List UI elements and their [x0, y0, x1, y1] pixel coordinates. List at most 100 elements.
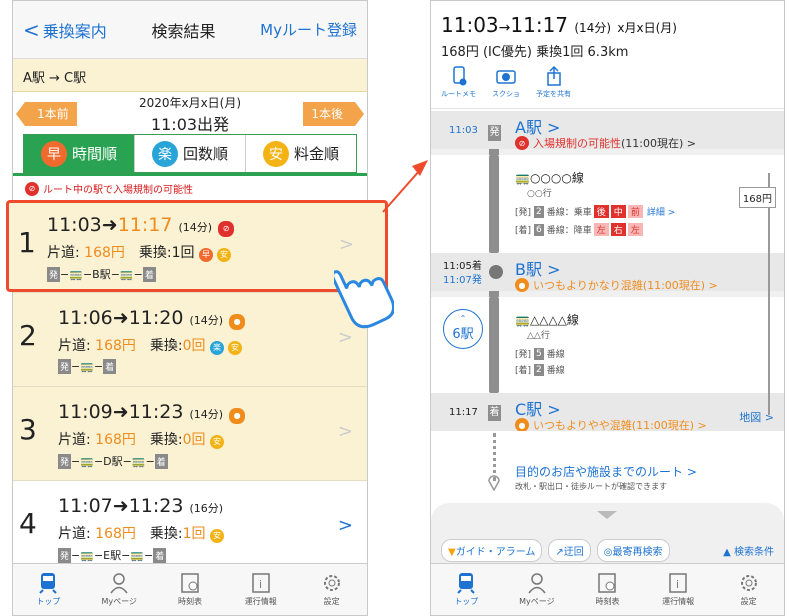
- route-memo-button[interactable]: ルートメモ: [441, 65, 476, 106]
- easy-badge-icon: 楽: [151, 140, 178, 167]
- route-row-1-overlay: 1 11:03➜11:17 (14分) ⊘ 片道: 168円 乗換:1回 早安 …: [12, 200, 368, 292]
- tool-label: 最寄再検索: [612, 547, 663, 558]
- tab-label: Myページ: [101, 597, 137, 606]
- tab-label: 時刻表: [177, 597, 202, 606]
- fare-label: 片道:: [47, 245, 80, 261]
- route-path: 発 − 🚃 − D駅 − 🚃 − 着: [58, 453, 168, 469]
- transfer-label: 乗換:: [149, 432, 183, 448]
- station-a-warning[interactable]: ⊘ 入場規制の可能性 (11:00現在) >: [515, 135, 696, 151]
- train-icon: 🚃: [515, 313, 530, 327]
- destination-sub: 改札・駅出口・徒歩ルートが確認できます: [515, 482, 667, 491]
- arr-time: 11:23: [128, 401, 184, 423]
- route-number: 2: [19, 319, 37, 352]
- car-badge: 中: [610, 205, 626, 218]
- plat-label: [着]: [515, 366, 532, 376]
- guide-alarm-button[interactable]: ▼ガイド・アラーム: [441, 539, 543, 562]
- tab-settings[interactable]: 設定: [713, 564, 784, 615]
- tab-transfer-order[interactable]: 楽回数順: [135, 135, 246, 172]
- easy-badge-icon: 楽: [210, 340, 224, 355]
- fare-value: 168円: [95, 526, 136, 542]
- station-b-warning[interactable]: ● いつもよりかなり混雑 (11:00現在) >: [515, 277, 718, 293]
- warning-time: (11:00現在) >: [642, 279, 718, 292]
- line2-name: 🚃△△△△線: [515, 311, 579, 328]
- plat-text: 番線: [546, 366, 565, 376]
- route-time: 11:09➜11:23 (14分) ●: [58, 401, 249, 424]
- route-times: 11:03→11:17 (14分) x月x日(月): [441, 13, 774, 37]
- route-summary: 168円 (IC優先) 乗換1回 6.3km: [441, 45, 629, 60]
- tab-mypage[interactable]: Myページ: [84, 564, 155, 615]
- dep-time: 11:06: [58, 307, 113, 329]
- tab-mypage[interactable]: Myページ: [502, 564, 573, 615]
- tab-label: トップ: [36, 597, 61, 606]
- plat-text: 番線: [546, 350, 565, 360]
- line2-platform-dep: [発] 5 番線: [515, 347, 565, 360]
- transfer-value: 1回: [171, 245, 195, 261]
- chevron-right-icon: >: [337, 515, 353, 536]
- b-arr-time: 11:05着: [443, 261, 482, 272]
- arrive-tag: 着: [488, 405, 501, 421]
- tab-label: 設定: [740, 597, 757, 606]
- line1-platform-arr: [着] 6 番線：降車左右左: [515, 223, 643, 236]
- a-dep-time: 11:03: [449, 125, 478, 136]
- plat-num: 5: [534, 347, 544, 360]
- nearest-research-button[interactable]: ◎最寄再検索: [596, 539, 670, 562]
- fare-label: 片道:: [58, 526, 91, 542]
- route-row-3[interactable]: 3 11:09➜11:23 (14分) ● 片道: 168円 乗換:0回 安 発…: [13, 387, 367, 481]
- arrive-tag: 着: [153, 547, 167, 563]
- search-condition-link[interactable]: ▲ 検索条件: [723, 543, 774, 558]
- restriction-icon: ⊘: [218, 220, 235, 237]
- back-button[interactable]: < 乗換案内: [23, 18, 107, 42]
- myroute-register-button[interactable]: Myルート登録: [260, 19, 357, 40]
- plat-num: 2: [534, 205, 544, 218]
- timeline-line: [489, 155, 499, 253]
- info-icon: i: [669, 573, 687, 593]
- share-schedule-button[interactable]: 予定を共有: [536, 65, 571, 106]
- station-count-button[interactable]: ⌃ 6駅: [443, 309, 483, 349]
- tab-timetable[interactable]: 時刻表: [155, 564, 226, 615]
- tab-label: 時間順: [71, 145, 117, 163]
- svg-text:i: i: [259, 578, 262, 591]
- route-time: 11:03➜11:17 (14分) ⊘: [47, 214, 238, 237]
- line1-platform-dep: [発] 2 番線：乗車後中前詳細 >: [515, 205, 675, 218]
- next-train-button[interactable]: 1本後: [303, 102, 364, 126]
- location-icon: ◎: [603, 547, 613, 558]
- tab-settings[interactable]: 設定: [296, 564, 367, 615]
- fare-value: 168円: [84, 245, 125, 261]
- dep-time: 11:07: [58, 495, 113, 517]
- detail-link[interactable]: 詳細 >: [647, 205, 675, 218]
- route-time: 11:06➜11:20 (14分) ●: [58, 307, 249, 330]
- tool-label: ルートメモ: [441, 90, 476, 98]
- tab-service-info[interactable]: i 運行情報: [225, 564, 296, 615]
- detour-button[interactable]: ↗迂回: [548, 539, 591, 562]
- car-badge: 右: [610, 223, 626, 236]
- camera-icon: [496, 70, 516, 84]
- screenshot-button[interactable]: スクショ: [492, 65, 520, 106]
- transfer-label: 乗換:: [149, 526, 183, 542]
- tab-timetable[interactable]: 時刻表: [572, 564, 643, 615]
- sort-tabs: 早時間順 楽回数順 安料金順: [23, 134, 357, 173]
- fare-box: 168円: [738, 187, 776, 208]
- collapse-icon[interactable]: [597, 511, 617, 519]
- timeline-line: [489, 297, 499, 393]
- fare-label: 片道:: [58, 338, 91, 354]
- plat-label: [発]: [515, 350, 532, 360]
- train-icon: [39, 573, 58, 594]
- route-row-2[interactable]: 2 11:06➜11:20 (14分) ● 片道: 168円 乗換:0回 楽安 …: [13, 293, 367, 387]
- route-fare-transfer: 片道: 168円 乗換:1回 早安: [47, 242, 235, 262]
- tab-label: 時刻表: [595, 597, 620, 606]
- tab-fare-order[interactable]: 安料金順: [246, 135, 356, 172]
- tab-time-order[interactable]: 早時間順: [24, 135, 135, 172]
- tab-top[interactable]: トップ: [13, 564, 84, 615]
- train-icon: 🚃: [80, 360, 94, 373]
- tab-top[interactable]: トップ: [431, 564, 502, 615]
- destination-route-link[interactable]: 目的のお店や施設までのルート >: [515, 463, 697, 480]
- plat-text: 番線：乗車: [546, 208, 592, 218]
- route-summary: A駅 → C駅: [13, 59, 367, 92]
- line1-section: [431, 155, 784, 253]
- route-row-4[interactable]: 4 11:07➜11:23 (16分) 片道: 168円 乗換:1回 安 発 − 🚃…: [13, 481, 367, 575]
- arrive-tag: 着: [142, 266, 156, 282]
- line1-dest: ○○行: [527, 189, 552, 199]
- line-name-text: ○○○○線: [529, 171, 584, 185]
- tab-service-info[interactable]: i 運行情報: [643, 564, 714, 615]
- plat-num: 2: [534, 363, 544, 376]
